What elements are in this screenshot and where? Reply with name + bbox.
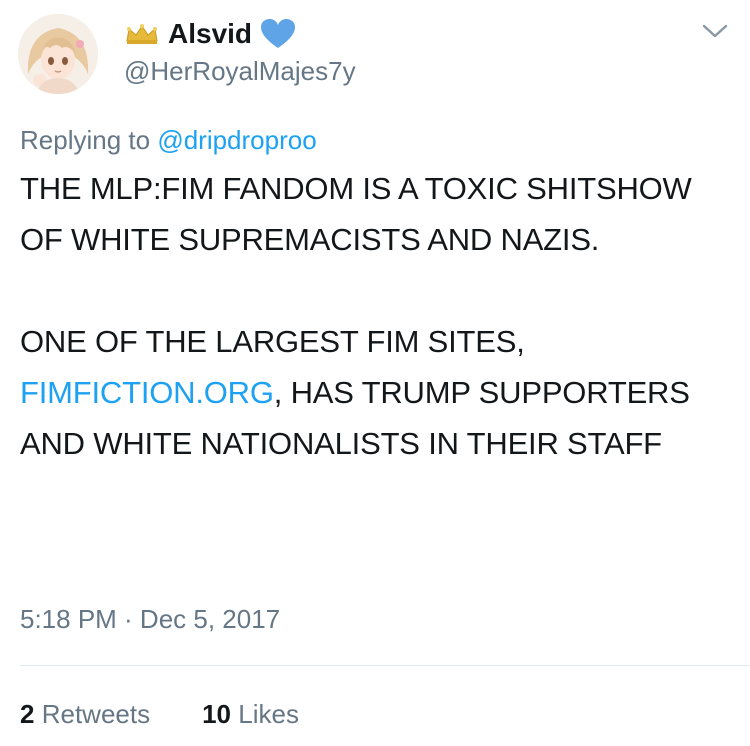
divider [20, 665, 750, 666]
engagement-stats: 2 Retweets 10 Likes [20, 697, 299, 731]
reply-context: Replying to @dripdroproo [20, 123, 317, 157]
blue-heart-icon [260, 18, 296, 50]
display-name: Alsvid [168, 18, 253, 49]
tweet-paragraph-1: THE MLP:FIM FANDOM IS A TOXIC SHITSHOW O… [20, 171, 692, 257]
tweet-body: THE MLP:FIM FANDOM IS A TOXIC SHITSHOW O… [20, 163, 732, 469]
reply-prefix: Replying to [20, 125, 151, 155]
likes-count: 10 [202, 699, 232, 729]
tweet-timestamp[interactable]: 5:18 PM · Dec 5, 2017 [20, 602, 280, 636]
display-name-row[interactable]: Alsvid [124, 17, 296, 51]
retweets-label: Retweets [41, 699, 151, 729]
fimfiction-link[interactable]: FIMFICTION.ORG [20, 375, 274, 410]
tweet-card: Alsvid @HerRoyalMajes7y Replying to @dri… [0, 0, 750, 746]
likes-stat[interactable]: 10 Likes [202, 697, 299, 731]
crown-icon [124, 23, 160, 45]
reply-mention-link[interactable]: @dripdroproo [157, 125, 316, 155]
avatar[interactable] [18, 14, 98, 94]
tweet-paragraph-2: ONE OF THE LARGEST FIM SITES, FIMFICTION… [20, 316, 732, 469]
retweets-stat[interactable]: 2 Retweets [20, 697, 150, 731]
likes-label: Likes [238, 699, 299, 729]
retweets-count: 2 [20, 699, 35, 729]
avatar-image [18, 14, 98, 94]
tweet-text-before-link: ONE OF THE LARGEST FIM SITES, [20, 324, 525, 359]
user-handle[interactable]: @HerRoyalMajes7y [124, 55, 356, 87]
chevron-down-icon[interactable] [702, 21, 728, 41]
